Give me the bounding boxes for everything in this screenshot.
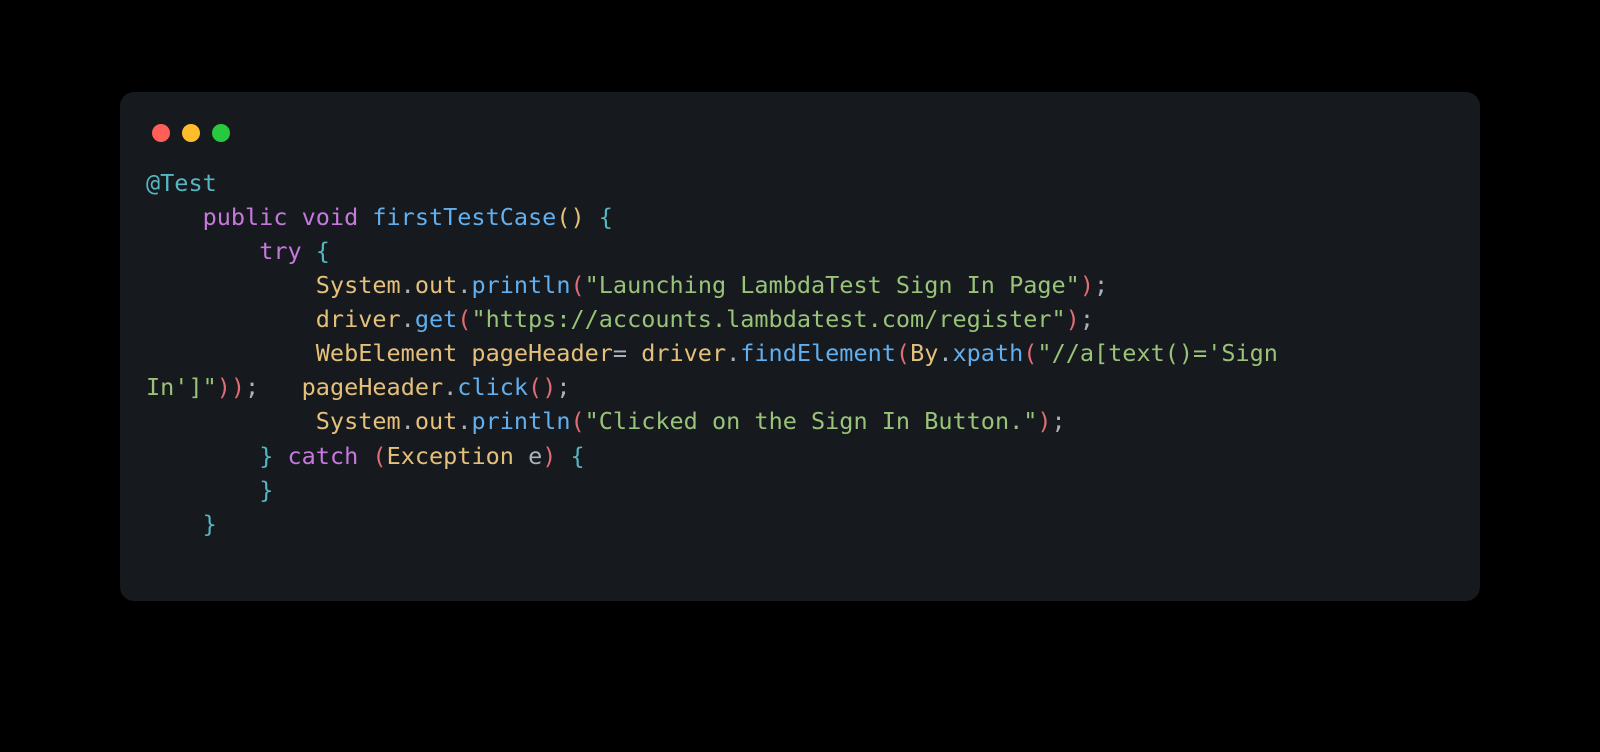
paren: ) — [542, 442, 556, 470]
annotation-token: @Test — [146, 169, 217, 197]
identifier: By — [910, 339, 938, 367]
keyword-void: void — [302, 203, 359, 231]
identifier: out — [415, 407, 457, 435]
traffic-lights — [146, 116, 1454, 166]
variable: e — [528, 442, 542, 470]
dot: . — [401, 407, 415, 435]
minimize-icon[interactable] — [182, 124, 200, 142]
keyword-try: try — [259, 237, 301, 265]
paren: ( — [372, 442, 386, 470]
brace: { — [571, 442, 585, 470]
semicolon: ; — [245, 373, 259, 401]
parens: () — [556, 203, 584, 231]
close-icon[interactable] — [152, 124, 170, 142]
equals: = — [613, 339, 627, 367]
string-literal: "https://accounts.lambdatest.com/registe… — [471, 305, 1065, 333]
identifier: driver — [641, 339, 726, 367]
method-call: println — [471, 407, 570, 435]
paren: )) — [217, 373, 245, 401]
dot: . — [457, 407, 471, 435]
brace: { — [316, 237, 330, 265]
string-literal: "Launching LambdaTest Sign In Page" — [585, 271, 1080, 299]
variable: pageHeader — [471, 339, 612, 367]
paren: ) — [1066, 305, 1080, 333]
method-call: click — [457, 373, 528, 401]
keyword-catch: catch — [288, 442, 359, 470]
identifier: driver — [316, 305, 401, 333]
code-content: @Test public void firstTestCase() { try … — [146, 166, 1454, 541]
type: WebElement — [316, 339, 457, 367]
semicolon: ; — [1080, 305, 1094, 333]
brace: } — [203, 510, 217, 538]
identifier: System — [316, 271, 401, 299]
function-name: firstTestCase — [372, 203, 556, 231]
brace: } — [259, 442, 273, 470]
method-call: findElement — [740, 339, 896, 367]
code-window: @Test public void firstTestCase() { try … — [120, 92, 1480, 601]
keyword-public: public — [203, 203, 288, 231]
dot: . — [726, 339, 740, 367]
identifier: out — [415, 271, 457, 299]
paren: () — [528, 373, 556, 401]
dot: . — [401, 271, 415, 299]
brace: } — [259, 476, 273, 504]
paren: ( — [457, 305, 471, 333]
dot: . — [938, 339, 952, 367]
semicolon: ; — [556, 373, 570, 401]
string-literal: "Clicked on the Sign In Button." — [585, 407, 1038, 435]
maximize-icon[interactable] — [212, 124, 230, 142]
paren: ( — [1023, 339, 1037, 367]
semicolon: ; — [1094, 271, 1108, 299]
paren: ) — [1037, 407, 1051, 435]
method-call: xpath — [953, 339, 1024, 367]
identifier: System — [316, 407, 401, 435]
dot: . — [401, 305, 415, 333]
variable: pageHeader — [302, 373, 443, 401]
paren: ) — [1080, 271, 1094, 299]
paren: ( — [570, 407, 584, 435]
type: Exception — [387, 442, 514, 470]
semicolon: ; — [1052, 407, 1066, 435]
dot: . — [443, 373, 457, 401]
paren: ( — [896, 339, 910, 367]
paren: ( — [570, 271, 584, 299]
dot: . — [457, 271, 471, 299]
brace: { — [599, 203, 613, 231]
method-call: println — [471, 271, 570, 299]
method-call: get — [415, 305, 457, 333]
